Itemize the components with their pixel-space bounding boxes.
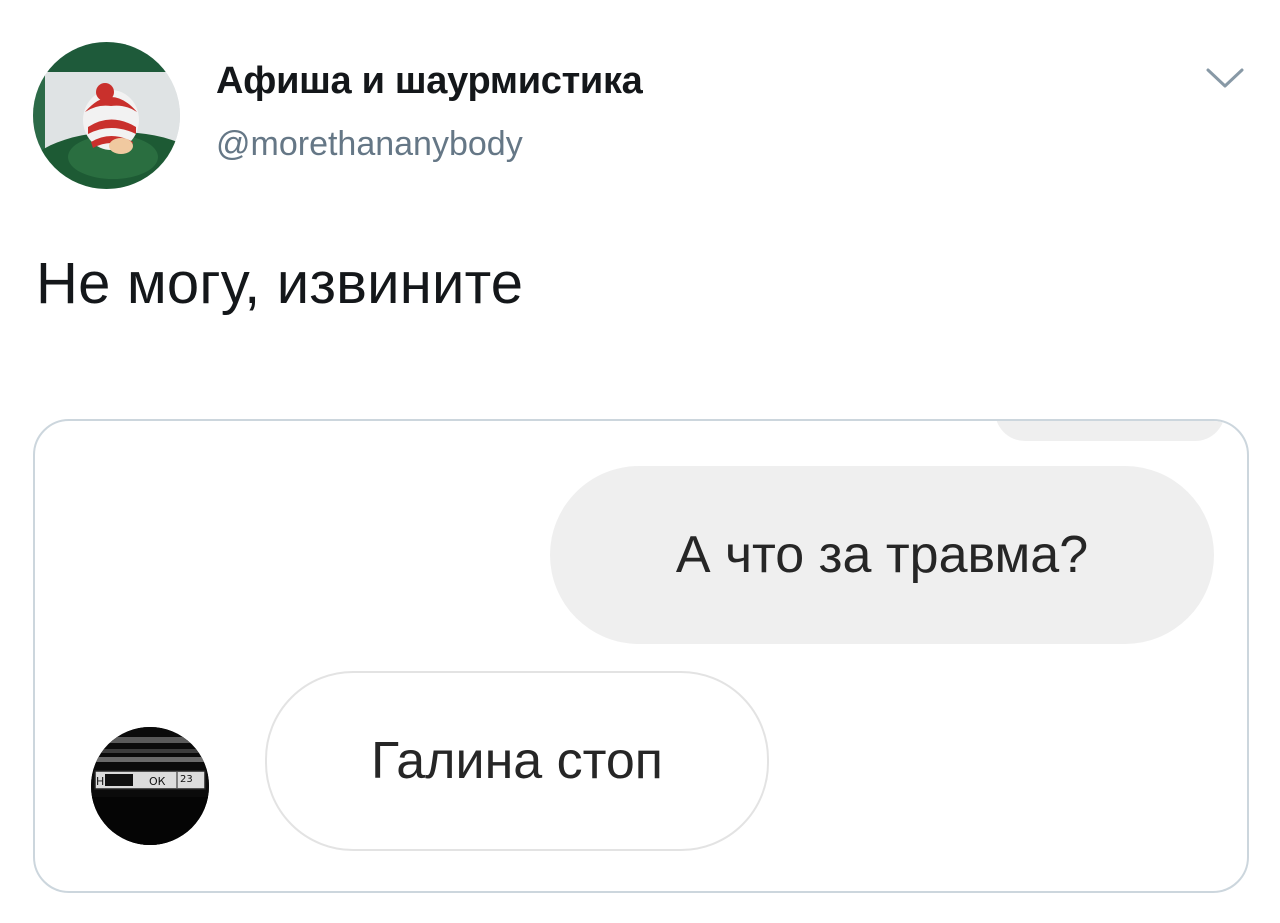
user-handle[interactable]: @morethananybody	[216, 125, 523, 164]
incoming-message-bubble: Галина стоп	[265, 671, 769, 851]
cartoon-character-avatar-icon	[33, 42, 180, 189]
svg-text:23: 23	[180, 774, 193, 785]
incoming-message-text: Галина стоп	[371, 732, 663, 790]
tweet: Афиша и шаурмистика @morethananybody Не …	[0, 0, 1280, 923]
chevron-down-icon[interactable]	[1200, 60, 1250, 94]
outgoing-message-text: А что за травма?	[675, 526, 1089, 584]
tweet-media-image[interactable]: А что за травма? Н ОК 23 Галина стоп	[33, 419, 1249, 893]
svg-text:ОК: ОК	[149, 775, 166, 788]
sender-avatar: Н ОК 23	[91, 727, 209, 845]
profile-avatar[interactable]	[33, 42, 180, 189]
car-license-plate-avatar-icon: Н ОК 23	[91, 727, 209, 845]
outgoing-message-bubble: А что за травма?	[550, 466, 1214, 644]
partial-message-bubble	[995, 421, 1225, 441]
display-name[interactable]: Афиша и шаурмистика	[216, 60, 643, 103]
plate-text: Н	[96, 775, 104, 788]
tweet-text: Не могу, извините	[36, 251, 524, 316]
